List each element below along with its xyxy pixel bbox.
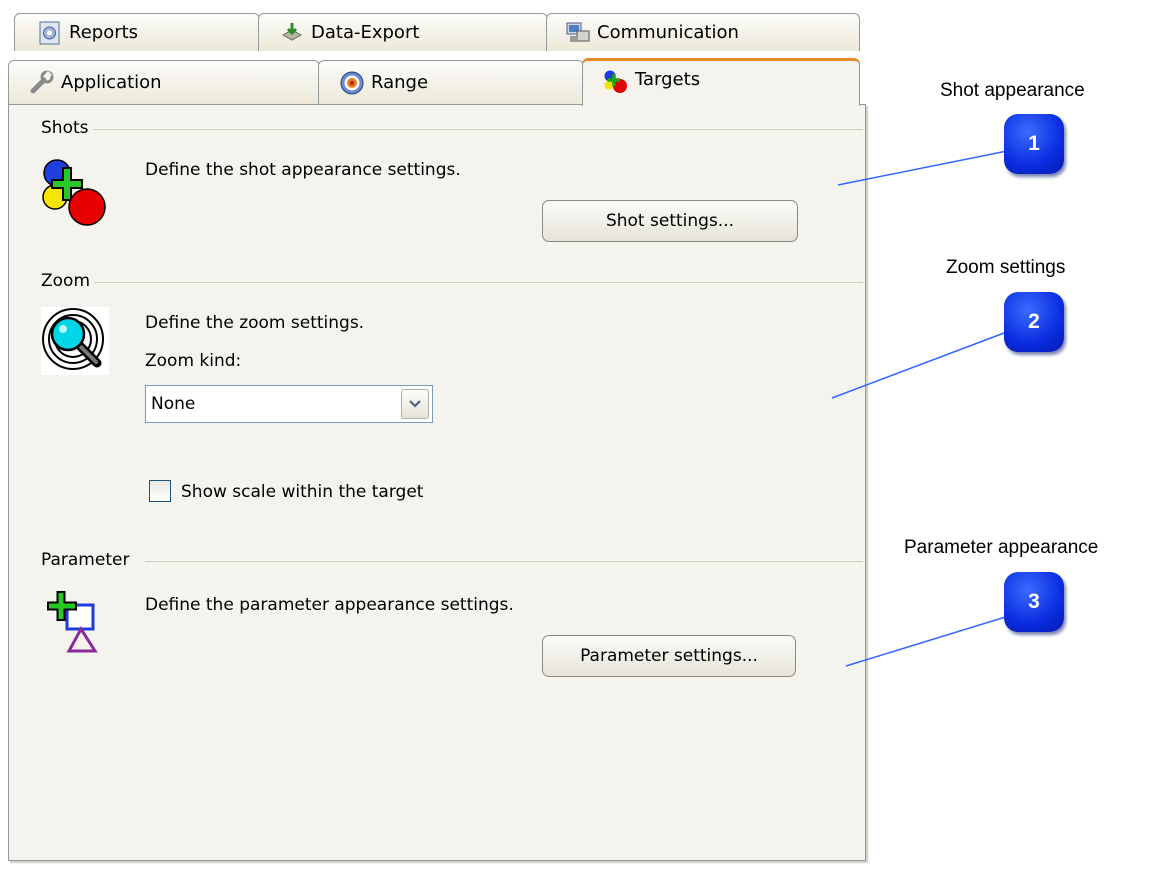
annotation-badge-3: 3 [1004, 572, 1064, 632]
callout-line-1 [837, 149, 1013, 186]
callout-line-2 [831, 329, 1013, 399]
callout-line-3 [845, 614, 1013, 667]
annotation-badge-1: 1 [1004, 114, 1064, 174]
callout-lines [831, 149, 1013, 667]
annotation-badge-2: 2 [1004, 292, 1064, 352]
